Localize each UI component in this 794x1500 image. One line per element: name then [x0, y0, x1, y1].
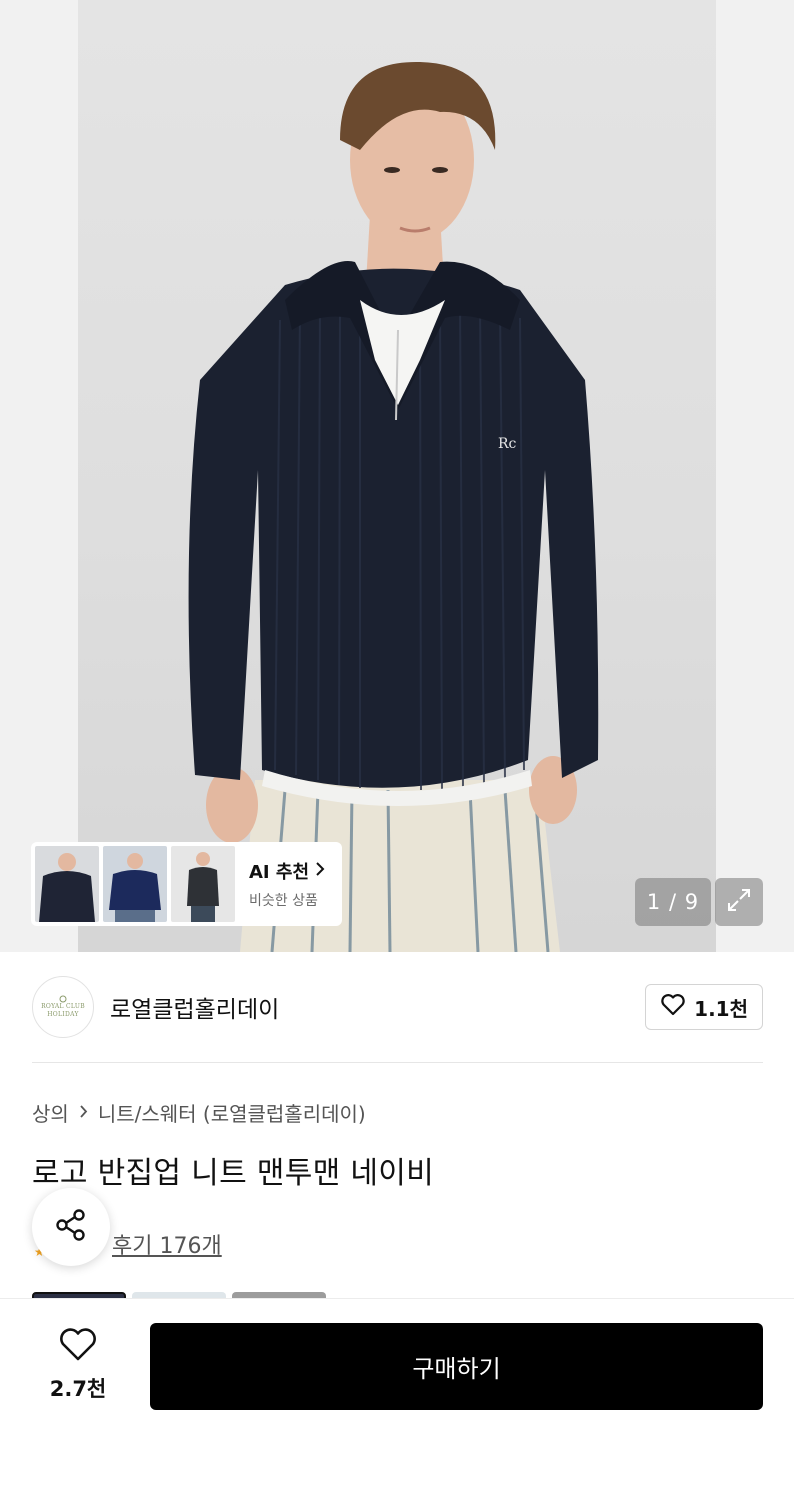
review-link[interactable]: 후기 176개 [112, 1228, 222, 1260]
breadcrumb: 상의 니트/스웨터 (로열클럽홀리데이) [32, 1096, 366, 1128]
ai-recommendation-subtitle: 비슷한 상품 [249, 893, 318, 909]
share-button[interactable] [32, 1188, 110, 1266]
brand-logo[interactable]: ROYAL CLUB HOLIDAY [32, 976, 94, 1038]
heart-icon [58, 1327, 98, 1367]
bottom-action-bar: 2.7천 구매하기 [0, 1298, 794, 1500]
chevron-right-icon [79, 1100, 88, 1124]
brand-row: ROYAL CLUB HOLIDAY 로열클럽홀리데이 1.1천 [32, 976, 763, 1038]
expand-icon [725, 886, 753, 918]
breadcrumb-item[interactable]: 상의 [32, 1098, 69, 1127]
recommendation-thumbnail[interactable] [103, 846, 167, 922]
wishlist-button[interactable]: 2.7천 [32, 1327, 124, 1401]
recommendation-thumbnail[interactable] [171, 846, 235, 922]
buy-button[interactable]: 구매하기 [150, 1323, 763, 1410]
brand-logo-line2: HOLIDAY [47, 1011, 79, 1018]
wishlist-count: 2.7천 [49, 1377, 107, 1401]
breadcrumb-item[interactable]: 니트/스웨터 (로열클럽홀리데이) [98, 1098, 366, 1127]
brand-like-count: 1.1천 [694, 996, 748, 1021]
product-title: 로고 반집업 니트 맨투맨 네이비 [32, 1156, 435, 1191]
image-pager: 1 / 9 [635, 878, 711, 926]
ai-recommendation-card[interactable]: AI 추천 비슷한 상품 [31, 842, 342, 926]
recommendation-thumbnail[interactable] [35, 846, 99, 922]
brand-name[interactable]: 로열클럽홀리데이 [110, 990, 279, 1024]
product-image-carousel[interactable]: Rc AI 추천 비슷한 상품 1 / 9 [0, 0, 794, 952]
brand-logo-line1: ROYAL CLUB [41, 1003, 85, 1010]
share-icon [52, 1206, 90, 1248]
brand-like-button[interactable]: 1.1천 [645, 984, 763, 1030]
fullscreen-button[interactable] [715, 878, 763, 926]
svg-text:Rc: Rc [498, 436, 517, 452]
product-photo: Rc [188, 61, 599, 952]
ai-recommendation-title: AI 추천 [249, 862, 310, 883]
ai-recommendation-text[interactable]: AI 추천 비슷한 상품 [249, 858, 325, 910]
crest-icon [59, 995, 67, 1003]
section-divider [32, 1062, 763, 1063]
heart-icon [660, 993, 686, 1022]
chevron-right-icon [315, 861, 325, 881]
